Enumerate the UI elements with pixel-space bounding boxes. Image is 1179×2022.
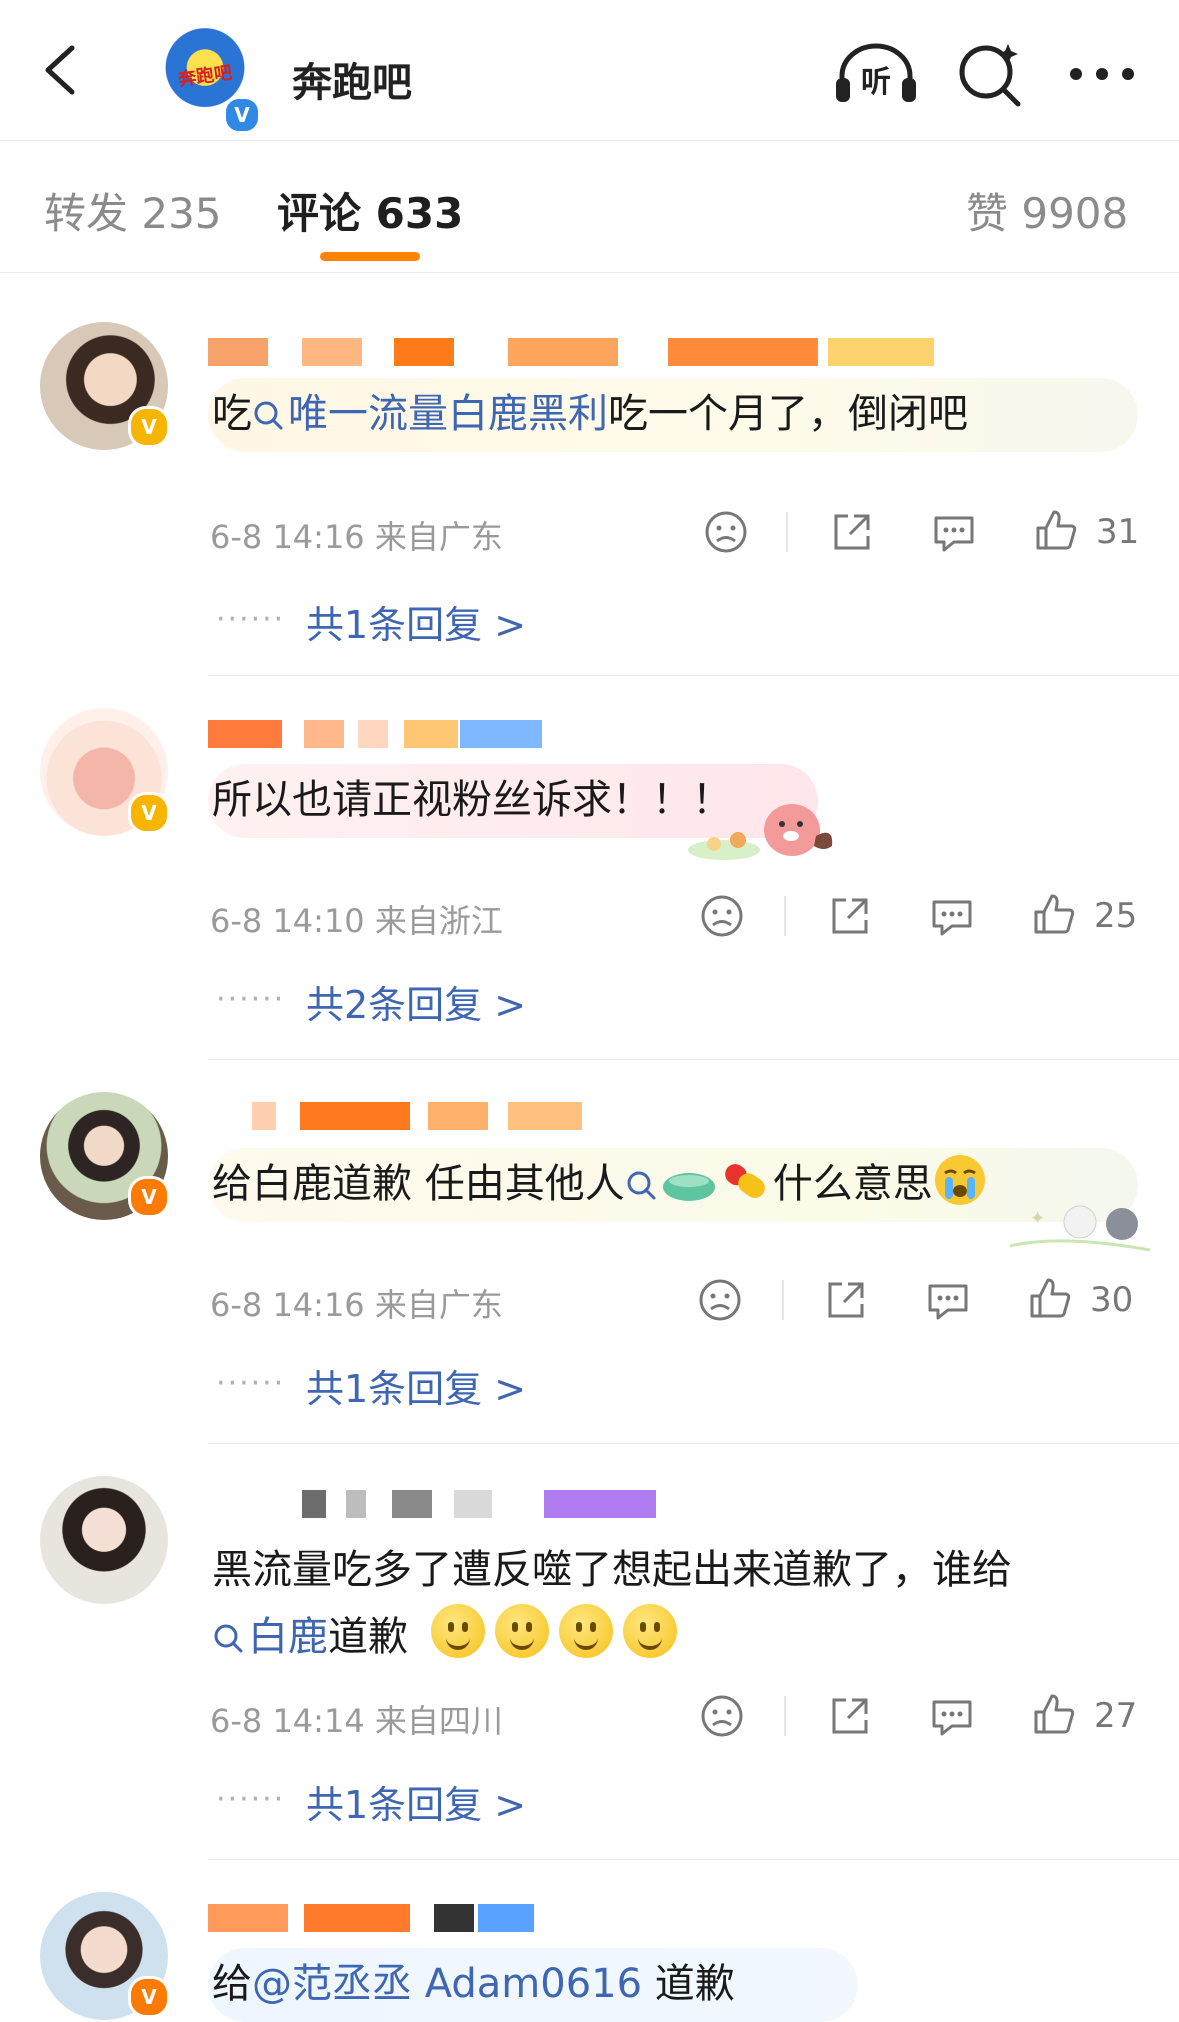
comment-text: 所以也请正视粉丝诉求！！！	[212, 777, 732, 823]
vip-badge-icon: V	[128, 792, 170, 834]
tab-bar: 转发 235 评论 633 赞 9908	[0, 140, 1179, 273]
like-icon[interactable]	[1032, 506, 1080, 554]
avatar[interactable]: V	[40, 708, 170, 836]
smile-emoji-icon	[430, 1604, 485, 1658]
like-count: 27	[1094, 1696, 1138, 1736]
top-bar: 奔跑吧 V 奔跑吧 听	[0, 0, 1179, 141]
vip-badge-icon: V	[128, 1976, 170, 2018]
smile-emoji-icon	[558, 1604, 613, 1658]
comment-text-line-2: 白鹿道歉	[212, 1604, 687, 1669]
share-icon[interactable]	[822, 1276, 870, 1324]
like-icon[interactable]	[1030, 1690, 1078, 1738]
comment-text: 给白鹿道歉 任由其他人 什么意思	[212, 1152, 987, 1216]
replies-link[interactable]: 共1条回复 >	[306, 1358, 526, 1413]
like-count: 25	[1094, 896, 1138, 936]
comment-meta: 6-8 14:14 来自四川	[210, 1702, 503, 1740]
reply-dots: ······	[216, 982, 286, 1017]
action-separator	[786, 512, 788, 552]
tab-repost[interactable]: 转发 235	[44, 180, 222, 241]
reply-dots: ······	[216, 602, 286, 637]
pets-sticker-icon: ✦	[1009, 1205, 1151, 1252]
vip-badge-icon: V	[128, 406, 170, 448]
comment-text: 吃唯一流量白鹿黑利吃一个月了，倒闭吧	[212, 391, 968, 437]
like-icon[interactable]	[1030, 890, 1078, 938]
svg-text:听: 听	[861, 65, 891, 100]
bowl-sticker-icon	[662, 1173, 715, 1201]
replies-link[interactable]: 共2条回复 >	[306, 974, 526, 1029]
comment-item: V 给白鹿道歉 任由其他人 什么意思 ✦ 6-8 14:16 来自广东 30 ··…	[0, 1060, 1179, 1444]
username-blurred[interactable]	[208, 1896, 648, 1936]
avatar[interactable]: V	[40, 1892, 170, 2020]
pill-icon	[724, 1164, 765, 1198]
replies-link[interactable]: 共1条回复 >	[306, 594, 526, 649]
action-separator	[782, 1280, 784, 1320]
like-count: 31	[1096, 512, 1140, 552]
username-blurred[interactable]	[208, 1094, 648, 1134]
replies-link[interactable]: 共1条回复 >	[306, 1774, 526, 1829]
comment-meta: 6-8 14:16 来自广东	[210, 1286, 503, 1324]
comment-item: V 所以也请正视粉丝诉求！！！ 6-8 14:10 来自浙江 25 ······…	[0, 676, 1179, 1060]
avatar[interactable]: V	[40, 322, 170, 450]
reply-dots: ······	[216, 1782, 286, 1817]
more-icon[interactable]	[1066, 48, 1138, 100]
verified-badge-icon: V	[223, 96, 261, 134]
comment-meta: 6-8 14:16 来自广东	[210, 518, 503, 556]
username-blurred[interactable]	[208, 330, 934, 370]
back-icon[interactable]	[34, 42, 90, 98]
avatar[interactable]: V	[40, 1092, 170, 1220]
comment-text-line-1: 黑流量吃多了遭反噬了想起出来道歉了，谁给	[212, 1547, 1012, 1593]
comment-item: V 吃唯一流量白鹿黑利吃一个月了，倒闭吧 6-8 14:16 来自广东 31 ·…	[0, 272, 1179, 676]
comment-item: 黑流量吃多了遭反噬了想起出来道歉了，谁给 白鹿道歉 6-8 14:14 来自四川…	[0, 1444, 1179, 1860]
share-icon[interactable]	[826, 892, 874, 940]
dislike-icon[interactable]	[696, 1276, 744, 1324]
smile-emoji-icon	[622, 1604, 677, 1658]
mention-link[interactable]: @范丞丞 Adam0616	[252, 1961, 642, 2007]
listen-icon[interactable]: 听	[832, 42, 920, 106]
comment-icon[interactable]	[928, 1692, 976, 1740]
like-icon[interactable]	[1026, 1274, 1074, 1322]
page-title[interactable]: 奔跑吧	[292, 50, 412, 108]
action-separator	[784, 896, 786, 936]
tab-comments[interactable]: 评论 633	[277, 180, 463, 241]
like-count: 30	[1090, 1280, 1134, 1320]
comment-item: V 给@范丞丞 Adam0616 道歉	[0, 1860, 1179, 2022]
active-tab-indicator	[320, 252, 420, 261]
comment-icon[interactable]	[930, 508, 978, 556]
topic-link[interactable]: 白鹿	[248, 1614, 328, 1660]
reply-dots: ······	[216, 1366, 286, 1401]
account-avatar[interactable]: 奔跑吧 V	[153, 26, 261, 134]
search-icon[interactable]	[956, 40, 1024, 108]
username-blurred[interactable]	[208, 1482, 656, 1522]
username-blurred[interactable]	[208, 712, 648, 752]
smile-emoji-icon	[494, 1604, 549, 1658]
vip-badge-icon: V	[128, 1176, 170, 1218]
search-link-icon	[254, 401, 283, 430]
comment-meta: 6-8 14:10 来自浙江	[210, 902, 503, 940]
dislike-icon[interactable]	[698, 1692, 746, 1740]
comment-text: 给@范丞丞 Adam0616 道歉	[212, 1961, 735, 2007]
crying-emoji-icon	[934, 1155, 985, 1205]
dislike-icon[interactable]	[698, 892, 746, 940]
avatar[interactable]	[40, 1476, 168, 1604]
search-link-icon	[627, 1171, 656, 1200]
topic-link[interactable]: 唯一流量白鹿黑利	[288, 391, 608, 437]
logo-text: 奔跑吧	[177, 62, 234, 91]
action-separator	[784, 1696, 786, 1736]
dislike-icon[interactable]	[702, 508, 750, 556]
tab-likes[interactable]: 赞 9908	[966, 180, 1128, 241]
comment-icon[interactable]	[928, 892, 976, 940]
share-icon[interactable]	[828, 508, 876, 556]
search-link-icon	[214, 1624, 243, 1653]
share-icon[interactable]	[826, 1692, 874, 1740]
svg-text:✦: ✦	[1030, 1208, 1045, 1229]
comment-icon[interactable]	[924, 1276, 972, 1324]
